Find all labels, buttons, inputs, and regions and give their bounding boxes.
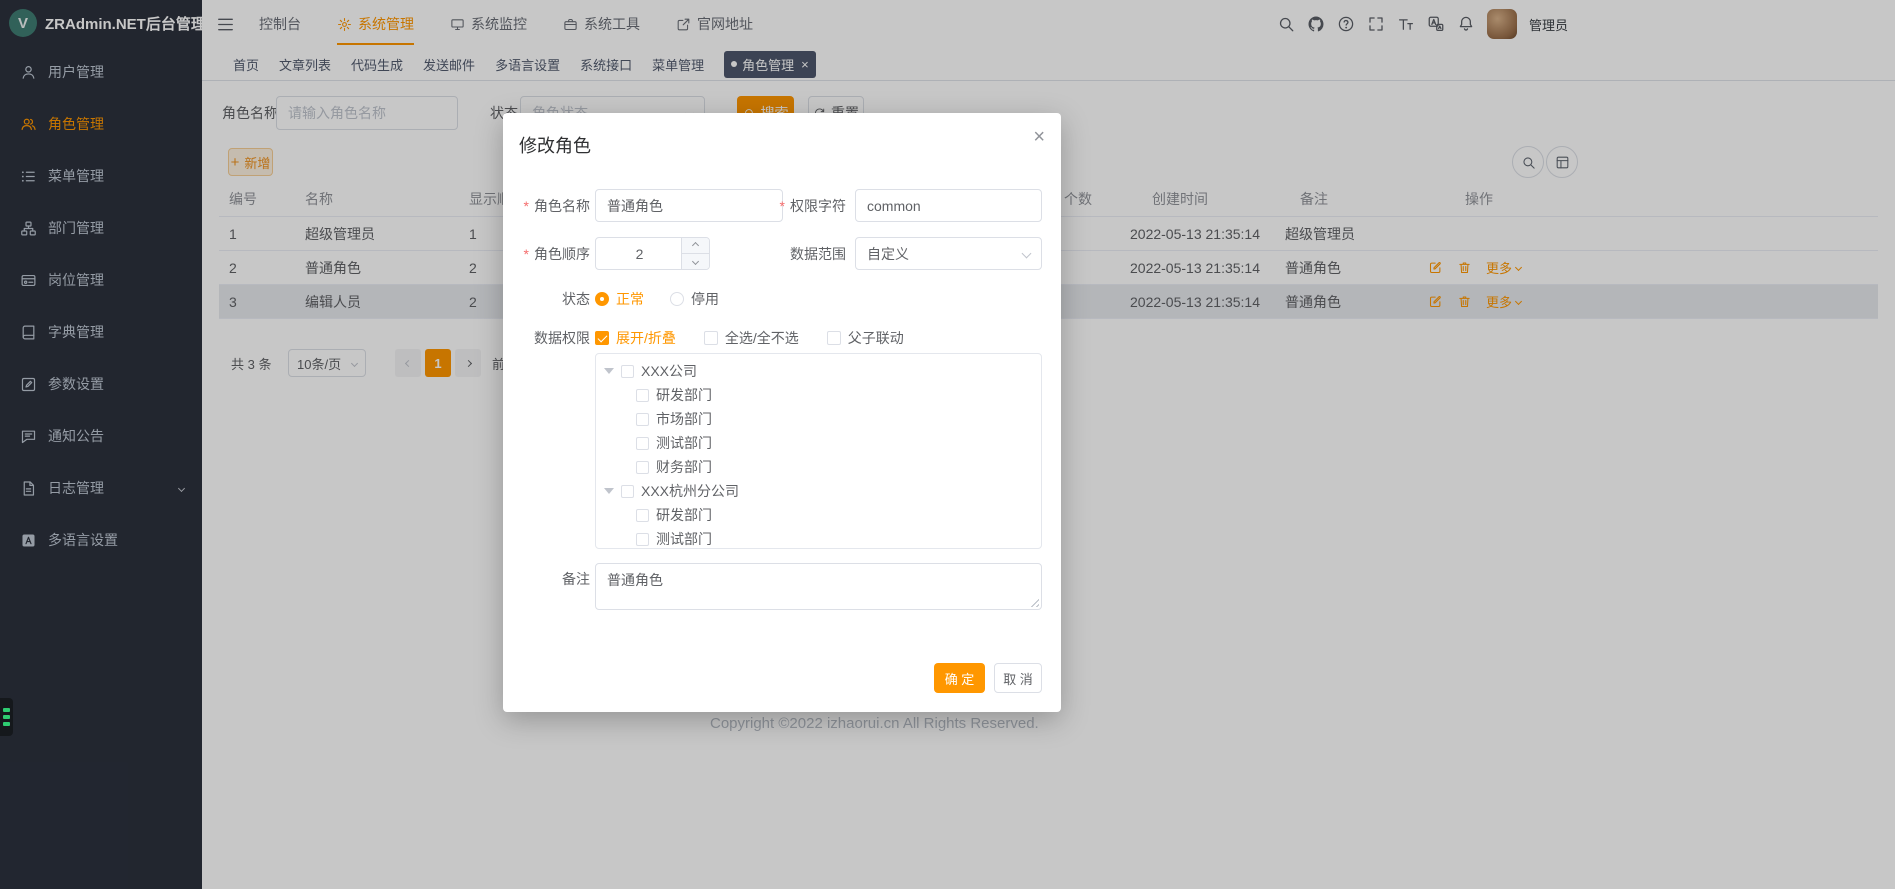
status-radio-disabled[interactable]: 停用 (670, 289, 719, 309)
data-scope-label: 数据范围 (736, 237, 846, 270)
checkbox-label: 全选/全不选 (725, 328, 799, 348)
perm-value: common (867, 198, 921, 214)
tree-checkbox[interactable] (636, 437, 649, 450)
checkbox-unchecked-icon (704, 331, 718, 345)
tree-node-label: 研发部门 (656, 385, 712, 405)
checkbox-label: 展开/折叠 (616, 328, 676, 348)
tree-checkbox[interactable] (636, 389, 649, 402)
dialog-title: 修改角色 (519, 132, 591, 158)
role-order-label: *角色顺序 (503, 237, 590, 270)
radio-unchecked-icon (670, 292, 684, 306)
dialog-remark-textarea[interactable]: 普通角色 (595, 563, 1042, 610)
tree-checkbox[interactable] (621, 485, 634, 498)
edit-role-dialog: 修改角色 × *角色名称 普通角色 *权限字符 common *角色顺序 2 数… (503, 113, 1061, 712)
tree-node-label: XXX杭州分公司 (641, 481, 739, 501)
tree-node[interactable]: 财务部门 (596, 455, 1041, 479)
checkbox-checked-icon (595, 331, 609, 345)
scope-value: 自定义 (867, 244, 909, 264)
tree-node[interactable]: 研发部门 (596, 503, 1041, 527)
tree-node-label: XXX公司 (641, 361, 697, 381)
tree-node[interactable]: 市场部门 (596, 407, 1041, 431)
tree-node-label: 财务部门 (656, 457, 712, 477)
tree-node[interactable]: 测试部门 (596, 431, 1041, 455)
increment-button[interactable] (682, 238, 709, 254)
devtools-badge[interactable] (0, 698, 13, 736)
decrement-button[interactable] (682, 254, 709, 269)
tree-node-label: 研发部门 (656, 505, 712, 525)
status-radio-normal[interactable]: 正常 (595, 289, 644, 309)
remark-value: 普通角色 (607, 572, 663, 588)
tree-checkbox[interactable] (636, 461, 649, 474)
required-asterisk: * (524, 198, 529, 214)
permission-tree: XXX公司 研发部门 市场部门 测试部门 财务部门 XXX杭州分公司 (595, 353, 1042, 549)
checkbox-label: 父子联动 (848, 328, 904, 348)
tree-checkbox[interactable] (636, 509, 649, 522)
dialog-scope-select[interactable]: 自定义 (855, 237, 1042, 270)
parent-child-link-checkbox[interactable]: 父子联动 (827, 328, 904, 348)
data-perms-label: 数据权限 (503, 328, 590, 348)
tree-node[interactable]: XXX公司 (596, 359, 1041, 383)
required-asterisk: * (524, 246, 529, 262)
status-label: 状态 (503, 289, 590, 309)
tree-node-label: 测试部门 (656, 529, 712, 549)
radio-label: 正常 (616, 289, 644, 309)
tree-node[interactable]: 测试部门 (596, 527, 1041, 549)
tree-checkbox[interactable] (636, 533, 649, 546)
expand-collapse-checkbox[interactable]: 展开/折叠 (595, 328, 676, 348)
tree-node-label: 测试部门 (656, 433, 712, 453)
role-name-value: 普通角色 (607, 196, 663, 216)
dialog-close-icon[interactable]: × (1033, 127, 1045, 147)
radio-checked-icon (595, 292, 609, 306)
app-root: V ZRAdmin.NET后台管理 用户管理 角色管理 菜单管理 部门管理 岗位… (0, 0, 1895, 889)
order-value: 2 (596, 238, 683, 269)
role-name-label: *角色名称 (503, 189, 590, 222)
cancel-button[interactable]: 取 消 (994, 663, 1042, 693)
tree-node[interactable]: XXX杭州分公司 (596, 479, 1041, 503)
select-all-checkbox[interactable]: 全选/全不选 (704, 328, 799, 348)
caret-down-icon[interactable] (604, 488, 614, 494)
dialog-order-stepper[interactable]: 2 (595, 237, 710, 270)
remark-label: 备注 (503, 569, 590, 589)
checkbox-unchecked-icon (827, 331, 841, 345)
tree-node[interactable]: 研发部门 (596, 383, 1041, 407)
perm-char-label: *权限字符 (736, 189, 846, 222)
tree-checkbox[interactable] (621, 365, 634, 378)
tree-node-label: 市场部门 (656, 409, 712, 429)
confirm-button[interactable]: 确 定 (934, 663, 985, 693)
tree-checkbox[interactable] (636, 413, 649, 426)
radio-label: 停用 (691, 289, 719, 309)
caret-down-icon[interactable] (604, 368, 614, 374)
required-asterisk: * (780, 198, 785, 214)
dialog-perm-input[interactable]: common (855, 189, 1042, 222)
chevron-down-icon (1022, 249, 1032, 259)
